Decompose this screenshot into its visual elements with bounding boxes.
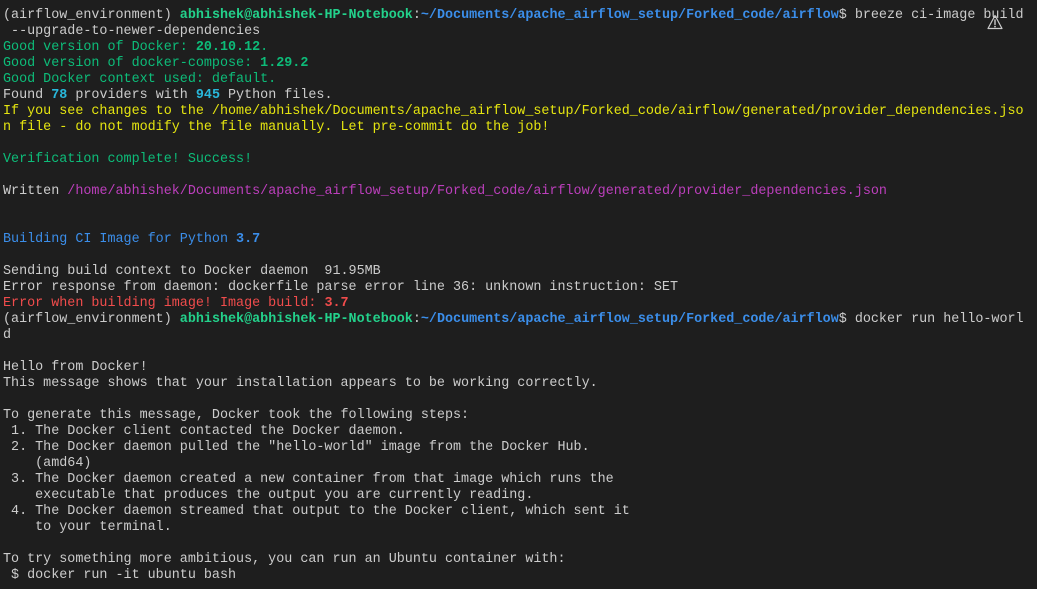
terminal-line: Found 78 providers with 945 Python files… [3,88,1033,104]
terminal-text-segment: Building CI Image for Python [3,232,237,247]
terminal-text-segment: : [412,8,421,23]
terminal-line: (amd64) [3,456,1033,472]
terminal-line: 2. The Docker daemon pulled the "hello-w… [3,440,1033,456]
terminal-text-segment: (airflow_environment) [3,8,180,23]
terminal-line: This message shows that your installatio… [3,376,1033,392]
terminal-line: Written /home/abhishek/Documents/apache_… [3,184,1033,200]
terminal-text-segment: 945 [195,88,220,103]
terminal-text-segment: --upgrade-to-newer-dependencies [3,24,261,39]
terminal-text-segment: . [260,40,269,55]
terminal-line: to your terminal. [3,520,1033,536]
terminal-line: 1. The Docker client contacted the Docke… [3,424,1033,440]
terminal-text-segment: This message shows that your installatio… [3,376,598,391]
terminal-text-segment: n file - do not modify the file manually… [3,120,550,135]
terminal-line: n file - do not modify the file manually… [3,120,1033,136]
terminal-line: --upgrade-to-newer-dependencies [3,24,1033,40]
terminal-text-segment: 78 [51,88,68,103]
terminal-text-segment: 4. The Docker daemon streamed that outpu… [3,504,630,519]
terminal-line: 4. The Docker daemon streamed that outpu… [3,504,1033,520]
terminal-text-segment: 2. The Docker daemon pulled the "hello-w… [3,440,590,455]
terminal-text-segment: (airflow_environment) [3,312,180,327]
terminal-text-segment: 20.10.12 [195,40,261,55]
terminal-line: To generate this message, Docker took th… [3,408,1033,424]
terminal-line: executable that produces the output you … [3,488,1033,504]
terminal-line: Good version of docker-compose: 1.29.2 [3,56,1033,72]
terminal-text-segment: (amd64) [3,456,92,471]
terminal-line: 3. The Docker daemon created a new conta… [3,472,1033,488]
terminal-text-segment: Written [3,184,68,199]
terminal-text-segment: Python files. [219,88,333,103]
terminal-line: $ docker run -it ubuntu bash [3,568,1033,584]
terminal-line: Good version of Docker: 20.10.12. [3,40,1033,56]
terminal-text-segment: Verification complete! Success! [3,152,253,167]
terminal-text-segment: Found [3,88,52,103]
terminal-line: Hello from Docker! [3,360,1033,376]
terminal-text-segment: $ docker run -it ubuntu bash [3,568,237,583]
terminal-line: Sending build context to Docker daemon 9… [3,264,1033,280]
terminal-output[interactable]: (airflow_environment) abhishek@abhishek-… [3,8,1033,584]
terminal-line: Verification complete! Success! [3,152,1033,168]
terminal-text-segment: If you see changes to the /home/abhishek… [3,104,1024,119]
terminal-text-segment: $ docker run hello-worl [838,312,1024,327]
terminal-text-segment: abhishek@abhishek-HP-Notebook [179,8,413,23]
terminal-line: (airflow_environment) abhishek@abhishek-… [3,8,1033,24]
terminal-text-segment: to your terminal. [3,520,172,535]
terminal-text-segment: Good version of docker-compose: [3,56,261,71]
terminal-text-segment: Error response from daemon: dockerfile p… [3,280,678,295]
terminal-line: If you see changes to the /home/abhishek… [3,104,1033,120]
terminal-text-segment: /home/abhishek/Documents/apache_airflow_… [67,184,887,199]
terminal-text-segment: executable that produces the output you … [3,488,534,503]
terminal-text-segment: Error when building image! Image build: [3,296,325,311]
terminal-text-segment: ~/Documents/apache_airflow_setup/Forked_… [420,312,839,327]
terminal-text-segment: abhishek@abhishek-HP-Notebook [179,312,413,327]
terminal-text-segment: 1. The Docker client contacted the Docke… [3,424,405,439]
terminal-line: Error response from daemon: dockerfile p… [3,280,1033,296]
terminal-text-segment: providers with [67,88,196,103]
terminal-text-segment: 1.29.2 [260,56,309,71]
terminal-text-segment: To generate this message, Docker took th… [3,408,470,423]
terminal-text-segment: 3.7 [324,296,349,311]
warning-icon [987,14,1003,30]
terminal-line: To try something more ambitious, you can… [3,552,1033,568]
terminal-text-segment: Good Docker context used: default. [3,72,277,87]
terminal-text-segment: To try something more ambitious, you can… [3,552,566,567]
terminal-line: Error when building image! Image build: … [3,296,1033,312]
terminal-text-segment: Hello from Docker! [3,360,148,375]
terminal-text-segment: : [412,312,421,327]
terminal-line: d [3,328,1033,344]
terminal-text-segment: Good version of Docker: [3,40,196,55]
terminal-text-segment: d [3,328,12,343]
terminal-line: Good Docker context used: default. [3,72,1033,88]
terminal-line: (airflow_environment) abhishek@abhishek-… [3,312,1033,328]
terminal-line: Building CI Image for Python 3.7 [3,232,1033,248]
terminal-window[interactable]: (airflow_environment) abhishek@abhishek-… [0,0,1037,589]
terminal-text-segment: 3. The Docker daemon created a new conta… [3,472,614,487]
terminal-text-segment: Sending build context to Docker daemon 9… [3,264,381,279]
terminal-text-segment: 3.7 [236,232,261,247]
terminal-text-segment: ~/Documents/apache_airflow_setup/Forked_… [420,8,839,23]
